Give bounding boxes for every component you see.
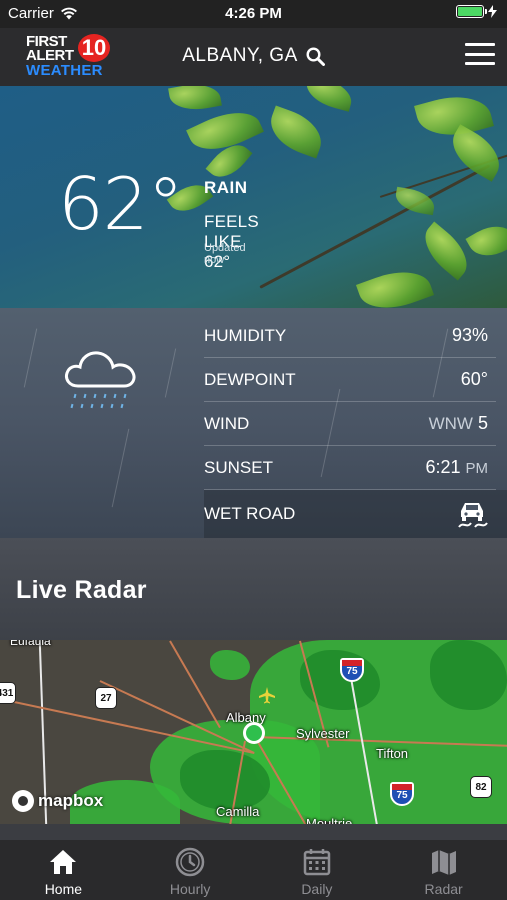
calendar-icon (303, 849, 331, 876)
live-radar-title: Live Radar (16, 576, 147, 604)
search-icon[interactable] (306, 46, 325, 66)
tab-daily[interactable]: Daily (254, 840, 381, 900)
humidity-value: 93% (451, 325, 488, 345)
section-divider (0, 824, 507, 840)
interstate-shield-75-top: 75 (340, 658, 364, 682)
sunset-time: 6:21 (425, 457, 461, 477)
current-conditions-hero: 62° RAIN FEELS LIKE 62° Updated now (0, 86, 507, 308)
highway-shield-27: 27 (95, 687, 117, 709)
shield-82-label: 82 (475, 781, 487, 793)
map-icon (431, 850, 456, 875)
location-label: ALBANY, GA (182, 45, 298, 66)
clock-icon (175, 847, 205, 877)
tab-daily-label: Daily (301, 881, 333, 897)
detail-row-dewpoint: DEWPOINT 60° (204, 358, 496, 402)
detail-rows: HUMIDITY 93% DEWPOINT 60° WIND WNW 5 SUN… (204, 314, 496, 490)
app-header: FIRST ALERT 10 WEATHER ALBANY, GA (0, 28, 507, 86)
shield-27-label: 27 (100, 692, 112, 704)
highway-shield-82: 82 (470, 776, 492, 798)
tab-home-label: Home (44, 881, 83, 897)
tab-hourly-label: Hourly (169, 881, 211, 897)
sunset-label: SUNSET (204, 457, 273, 477)
detail-row-sunset: SUNSET 6:21 PM (204, 446, 496, 490)
status-right (456, 5, 497, 18)
map-label-moultrie: Moultrie (306, 816, 353, 824)
map-label-sylvester: Sylvester (296, 726, 350, 741)
dewpoint-label: DEWPOINT (204, 369, 296, 389)
radar-map[interactable]: 431 27 82 75 75 Eufaula Albany Sylvester… (0, 640, 507, 824)
wet-road-car-icon (458, 503, 488, 528)
airport-icon (259, 687, 275, 704)
interstate-shield-75-bottom: 75 (390, 782, 414, 806)
tab-radar[interactable]: Radar (380, 840, 507, 900)
map-label-eufaula: Eufaula (10, 640, 51, 648)
humidity-label: HUMIDITY (204, 325, 287, 345)
wind-speed: 5 (477, 413, 488, 433)
home-icon (50, 850, 77, 874)
detail-row-humidity: HUMIDITY 93% (204, 314, 496, 358)
updated-timestamp: Updated now (204, 242, 246, 266)
sunset-value: 6:21 PM (425, 457, 488, 478)
map-label-camilla: Camilla (216, 804, 260, 819)
tab-hourly[interactable]: Hourly (127, 840, 254, 900)
current-location-pin[interactable] (243, 722, 265, 744)
current-details-panel: HUMIDITY 93% DEWPOINT 60° WIND WNW 5 SUN… (0, 308, 507, 538)
wind-label: WIND (204, 413, 250, 433)
sunset-ampm: PM (465, 460, 489, 477)
detail-row-wind: WIND WNW 5 (204, 402, 496, 446)
interstate-75-top-label: 75 (346, 666, 358, 677)
mapbox-logo-icon (12, 790, 34, 812)
cloud-rain-icon (65, 351, 136, 409)
mapbox-label: mapbox (38, 791, 104, 810)
hamburger-menu-icon[interactable] (465, 43, 495, 65)
tab-bar: Home Hourly Daily Radar (0, 840, 507, 900)
location-selector[interactable]: ALBANY, GA (0, 45, 507, 67)
mapbox-attribution[interactable]: mapbox (12, 790, 103, 812)
tab-home[interactable]: Home (0, 840, 127, 900)
current-temperature: 62° (58, 162, 184, 246)
wind-direction: WNW (428, 414, 473, 433)
highway-shield-431: 431 (0, 682, 16, 704)
status-time: 4:26 PM (225, 5, 282, 22)
tab-radar-label: Radar (424, 881, 463, 897)
battery-icon (456, 5, 487, 18)
shield-431-label: 431 (0, 687, 14, 699)
charging-bolt-icon (488, 5, 497, 18)
current-condition: RAIN (204, 178, 248, 197)
live-radar-header[interactable]: Live Radar (0, 538, 507, 640)
dewpoint-value: 60° (460, 369, 488, 389)
interstate-75-bottom-label: 75 (396, 790, 408, 801)
status-bar: Carrier 4:26 PM (0, 0, 507, 28)
map-label-tifton: Tifton (376, 746, 409, 761)
wet-road-label: WET ROAD (204, 504, 296, 523)
wet-road-alert[interactable]: WET ROAD (204, 490, 507, 538)
wind-value: WNW 5 (429, 413, 488, 434)
